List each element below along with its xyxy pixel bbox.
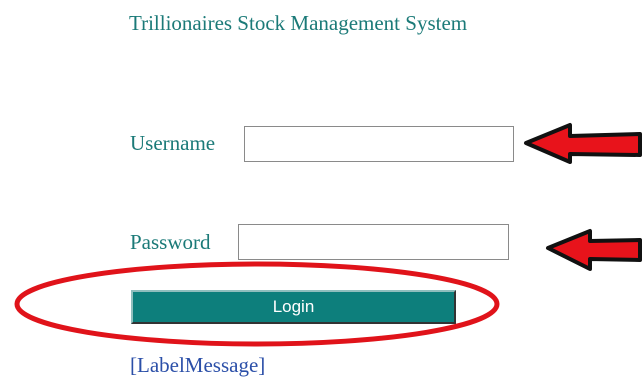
login-button[interactable]: Login [131, 290, 456, 324]
password-label: Password [130, 230, 211, 254]
app-title: Trillionaires Stock Management System [129, 11, 468, 35]
username-input[interactable] [244, 126, 514, 162]
password-input[interactable] [238, 224, 509, 260]
left-arrow-icon [524, 123, 642, 164]
annotation-overlay [14, 123, 642, 347]
left-arrow-icon [546, 229, 642, 271]
username-label: Username [130, 131, 216, 155]
label-message: [LabelMessage] [130, 353, 266, 377]
